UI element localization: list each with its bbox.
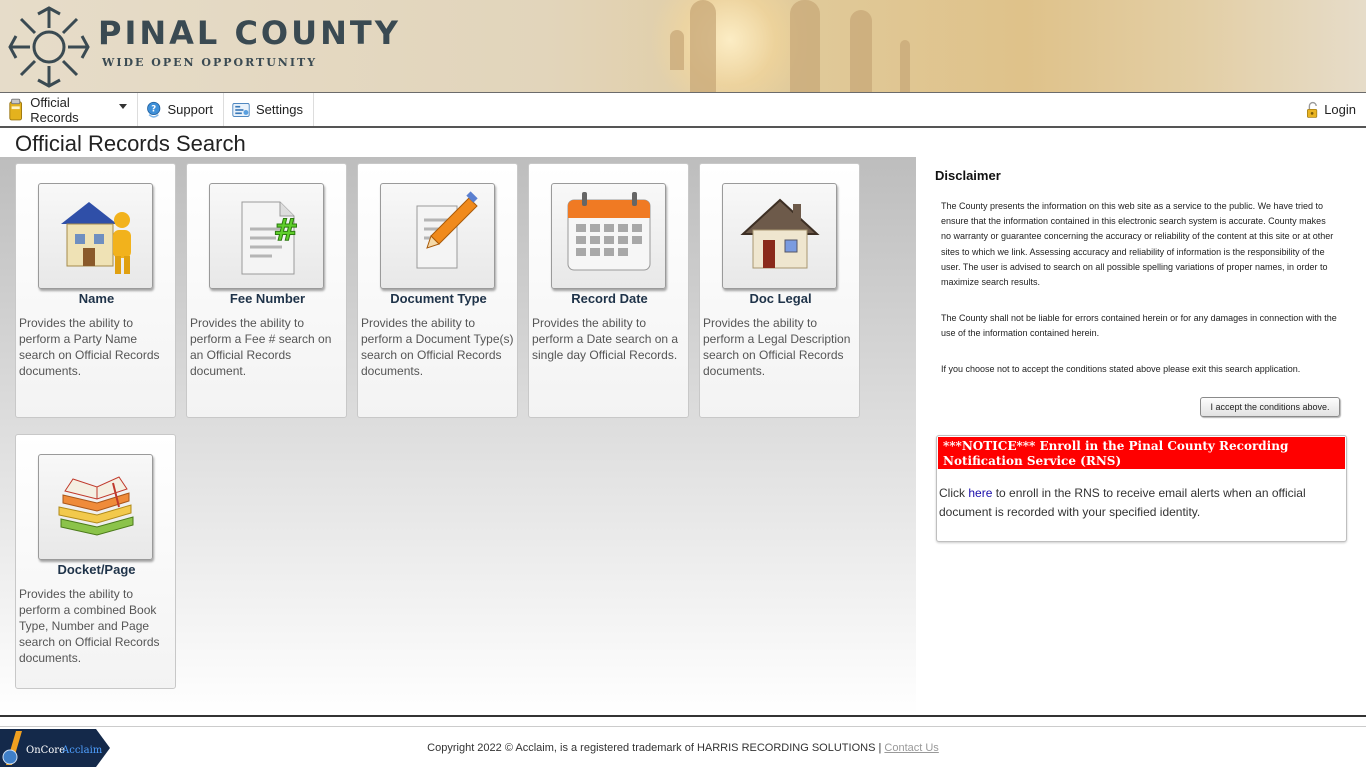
tile-fee-number-search[interactable]: # Fee Number Provides the ability to per… — [186, 163, 347, 418]
tile-icon-box — [380, 183, 495, 289]
fee-number-icon: # — [241, 201, 299, 275]
chevron-down-icon — [119, 104, 127, 109]
svg-text:?: ? — [151, 104, 156, 114]
tile-title: Docket/Page — [57, 562, 136, 577]
enroll-here-link[interactable]: here — [968, 486, 992, 500]
cactus-silhouette — [850, 10, 872, 92]
tile-title: Record Date — [571, 291, 648, 306]
tile-description: Provides the ability to perform a Party … — [19, 316, 160, 378]
records-icon — [9, 98, 23, 120]
tile-title: Name — [78, 291, 115, 306]
header-banner: PINAL COUNTY WIDE OPEN OPPORTUNITY — [0, 0, 1366, 92]
cactus-silhouette — [690, 0, 716, 92]
disclaimer-paragraph: The County presents the information on t… — [941, 201, 1334, 288]
tile-icon-box — [38, 454, 153, 560]
nav-official-records-label: Official Records — [30, 94, 79, 125]
tile-icon-box — [38, 183, 153, 289]
county-subtitle: WIDE OPEN OPPORTUNITY — [102, 56, 318, 69]
nav-login-label: Login — [1324, 102, 1356, 117]
footer-divider — [0, 715, 1366, 717]
disclaimer-title: Disclaimer — [935, 168, 1001, 183]
cactus-silhouette — [790, 0, 820, 92]
svg-text:#: # — [273, 213, 298, 248]
nav-support-label: Support — [167, 102, 213, 117]
page-title: Official Records Search — [15, 131, 246, 156]
notice-body-suffix: to enroll in the RNS to receive email al… — [939, 486, 1306, 519]
county-logo-icon[interactable] — [8, 6, 90, 88]
tile-description: Provides the ability to perform a combin… — [19, 587, 160, 665]
disclaimer-paragraph: The County shall not be liable for error… — [941, 313, 1337, 339]
nav-settings[interactable]: Settings — [224, 93, 314, 126]
rns-notice-box: ***NOTICE*** Enroll in the Pinal County … — [936, 435, 1347, 542]
nav-support[interactable]: ? Support — [138, 93, 224, 126]
search-tiles-panel: Name Provides the ability to perform a P… — [0, 157, 916, 715]
main-nav: Official Records ? Support Settings Logi… — [0, 92, 1366, 128]
copyright-text: Copyright 2022 © Acclaim, is a registere… — [427, 742, 885, 754]
tile-document-type-search[interactable]: Document Type Provides the ability to pe… — [357, 163, 518, 418]
tile-description: Provides the ability to perform a Date s… — [532, 316, 679, 362]
tile-title: Document Type — [390, 291, 487, 306]
tile-icon-box: # — [209, 183, 324, 289]
party-name-icon — [61, 202, 131, 274]
contact-us-link[interactable]: Contact Us — [884, 742, 938, 754]
disclaimer-paragraph: If you choose not to accept the conditio… — [941, 364, 1301, 374]
tile-icon-box — [722, 183, 837, 289]
books-icon — [58, 476, 134, 536]
nav-official-records[interactable]: Official Records — [0, 93, 138, 126]
tile-description: Provides the ability to perform a Docume… — [361, 316, 514, 378]
notice-body: Click here to enroll in the RNS to recei… — [938, 484, 1338, 522]
tile-description: Provides the ability to perform a Legal … — [703, 316, 851, 378]
nav-login[interactable]: Login — [1298, 93, 1366, 126]
calendar-icon — [567, 192, 651, 271]
tile-doc-legal-search[interactable]: Doc Legal Provides the ability to perfor… — [699, 163, 860, 418]
notice-body-prefix: Click — [939, 486, 969, 500]
tile-icon-box — [551, 183, 666, 289]
tile-name-search[interactable]: Name Provides the ability to perform a P… — [15, 163, 176, 418]
accept-conditions-button[interactable]: I accept the conditions above. — [1200, 397, 1340, 417]
tile-docket-page-search[interactable]: Docket/Page Provides the ability to perf… — [15, 434, 176, 689]
house-icon — [740, 198, 820, 269]
footer: OnCore Acclaim Copyright 2022 © Acclaim,… — [0, 726, 1366, 768]
support-icon: ? — [147, 101, 161, 118]
footer-copyright: Copyright 2022 © Acclaim, is a registere… — [0, 742, 1366, 754]
cactus-silhouette — [900, 40, 910, 92]
document-type-icon — [416, 191, 478, 269]
cactus-silhouette — [670, 30, 684, 70]
tile-title: Doc Legal — [749, 291, 812, 306]
notice-heading: ***NOTICE*** Enroll in the Pinal County … — [938, 437, 1345, 469]
tile-description: Provides the ability to perform a Fee # … — [190, 316, 332, 378]
lock-icon — [1307, 101, 1318, 118]
county-title: PINAL COUNTY — [98, 14, 401, 52]
settings-icon — [232, 102, 250, 117]
tile-record-date-search[interactable]: Record Date Provides the ability to perf… — [528, 163, 689, 418]
nav-settings-label: Settings — [256, 102, 303, 117]
tile-title: Fee Number — [229, 291, 306, 306]
